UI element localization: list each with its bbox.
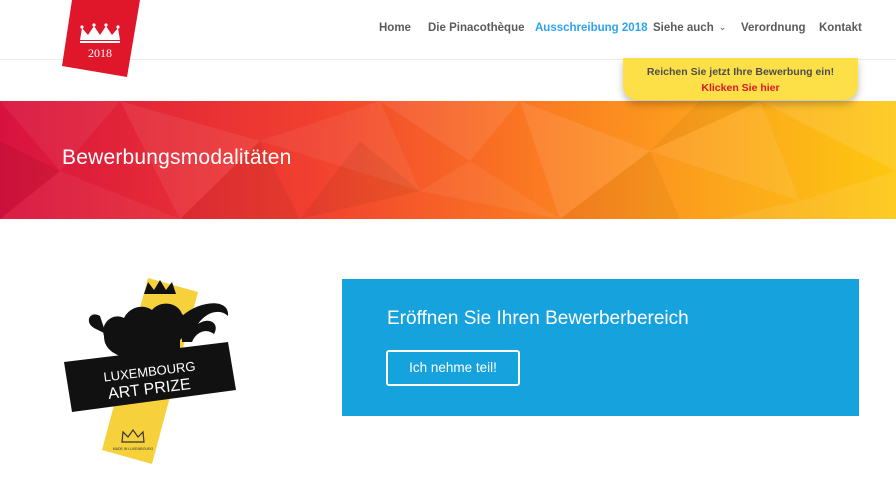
nav-siehe-auch-label: Siehe auch: [653, 22, 714, 34]
nav-kontakt[interactable]: Kontakt: [819, 22, 862, 34]
hero-banner: Bewerbungsmodalitäten: [0, 101, 896, 219]
nav-pinacotheque[interactable]: Die Pinacothèque: [428, 22, 525, 34]
page-title: Bewerbungsmodalitäten: [62, 146, 292, 169]
nav-ausschreibung-2018[interactable]: Ausschreibung 2018: [535, 22, 647, 34]
nav-home[interactable]: Home: [379, 22, 411, 34]
site-header: 2018 Home Die Pinacothèque Ausschreibung…: [0, 0, 896, 77]
apply-now-callout[interactable]: Reichen Sie jetzt Ihre Bewerbung ein! Kl…: [623, 58, 858, 100]
nav-siehe-auch[interactable]: Siehe auch ⌄: [653, 22, 726, 34]
callout-link[interactable]: Klicken Sie hier: [623, 82, 858, 94]
logo-graphic: 2018: [62, 0, 140, 77]
nav-verordnung[interactable]: Verordnung: [741, 22, 806, 34]
prize-logo-small-text: MADE IN LUXEMBOURG: [113, 447, 154, 451]
participate-button[interactable]: Ich nehme teil!: [386, 350, 520, 386]
site-logo[interactable]: 2018: [62, 0, 142, 80]
luxembourg-art-prize-logo: LUXEMBOURG ART PRIZE MADE IN LUXEMBOURG: [60, 276, 240, 466]
applicant-area-title: Eröffnen Sie Ihren Bewerberbereich: [387, 308, 689, 329]
chevron-down-icon: ⌄: [718, 22, 727, 32]
applicant-area-box: Eröffnen Sie Ihren Bewerberbereich Ich n…: [342, 279, 859, 416]
logo-year: 2018: [88, 46, 112, 60]
callout-text: Reichen Sie jetzt Ihre Bewerbung ein!: [646, 66, 835, 78]
main-navigation: Home Die Pinacothèque Ausschreibung 2018…: [0, 22, 896, 38]
prize-logo-graphic: LUXEMBOURG ART PRIZE MADE IN LUXEMBOURG: [64, 278, 236, 464]
